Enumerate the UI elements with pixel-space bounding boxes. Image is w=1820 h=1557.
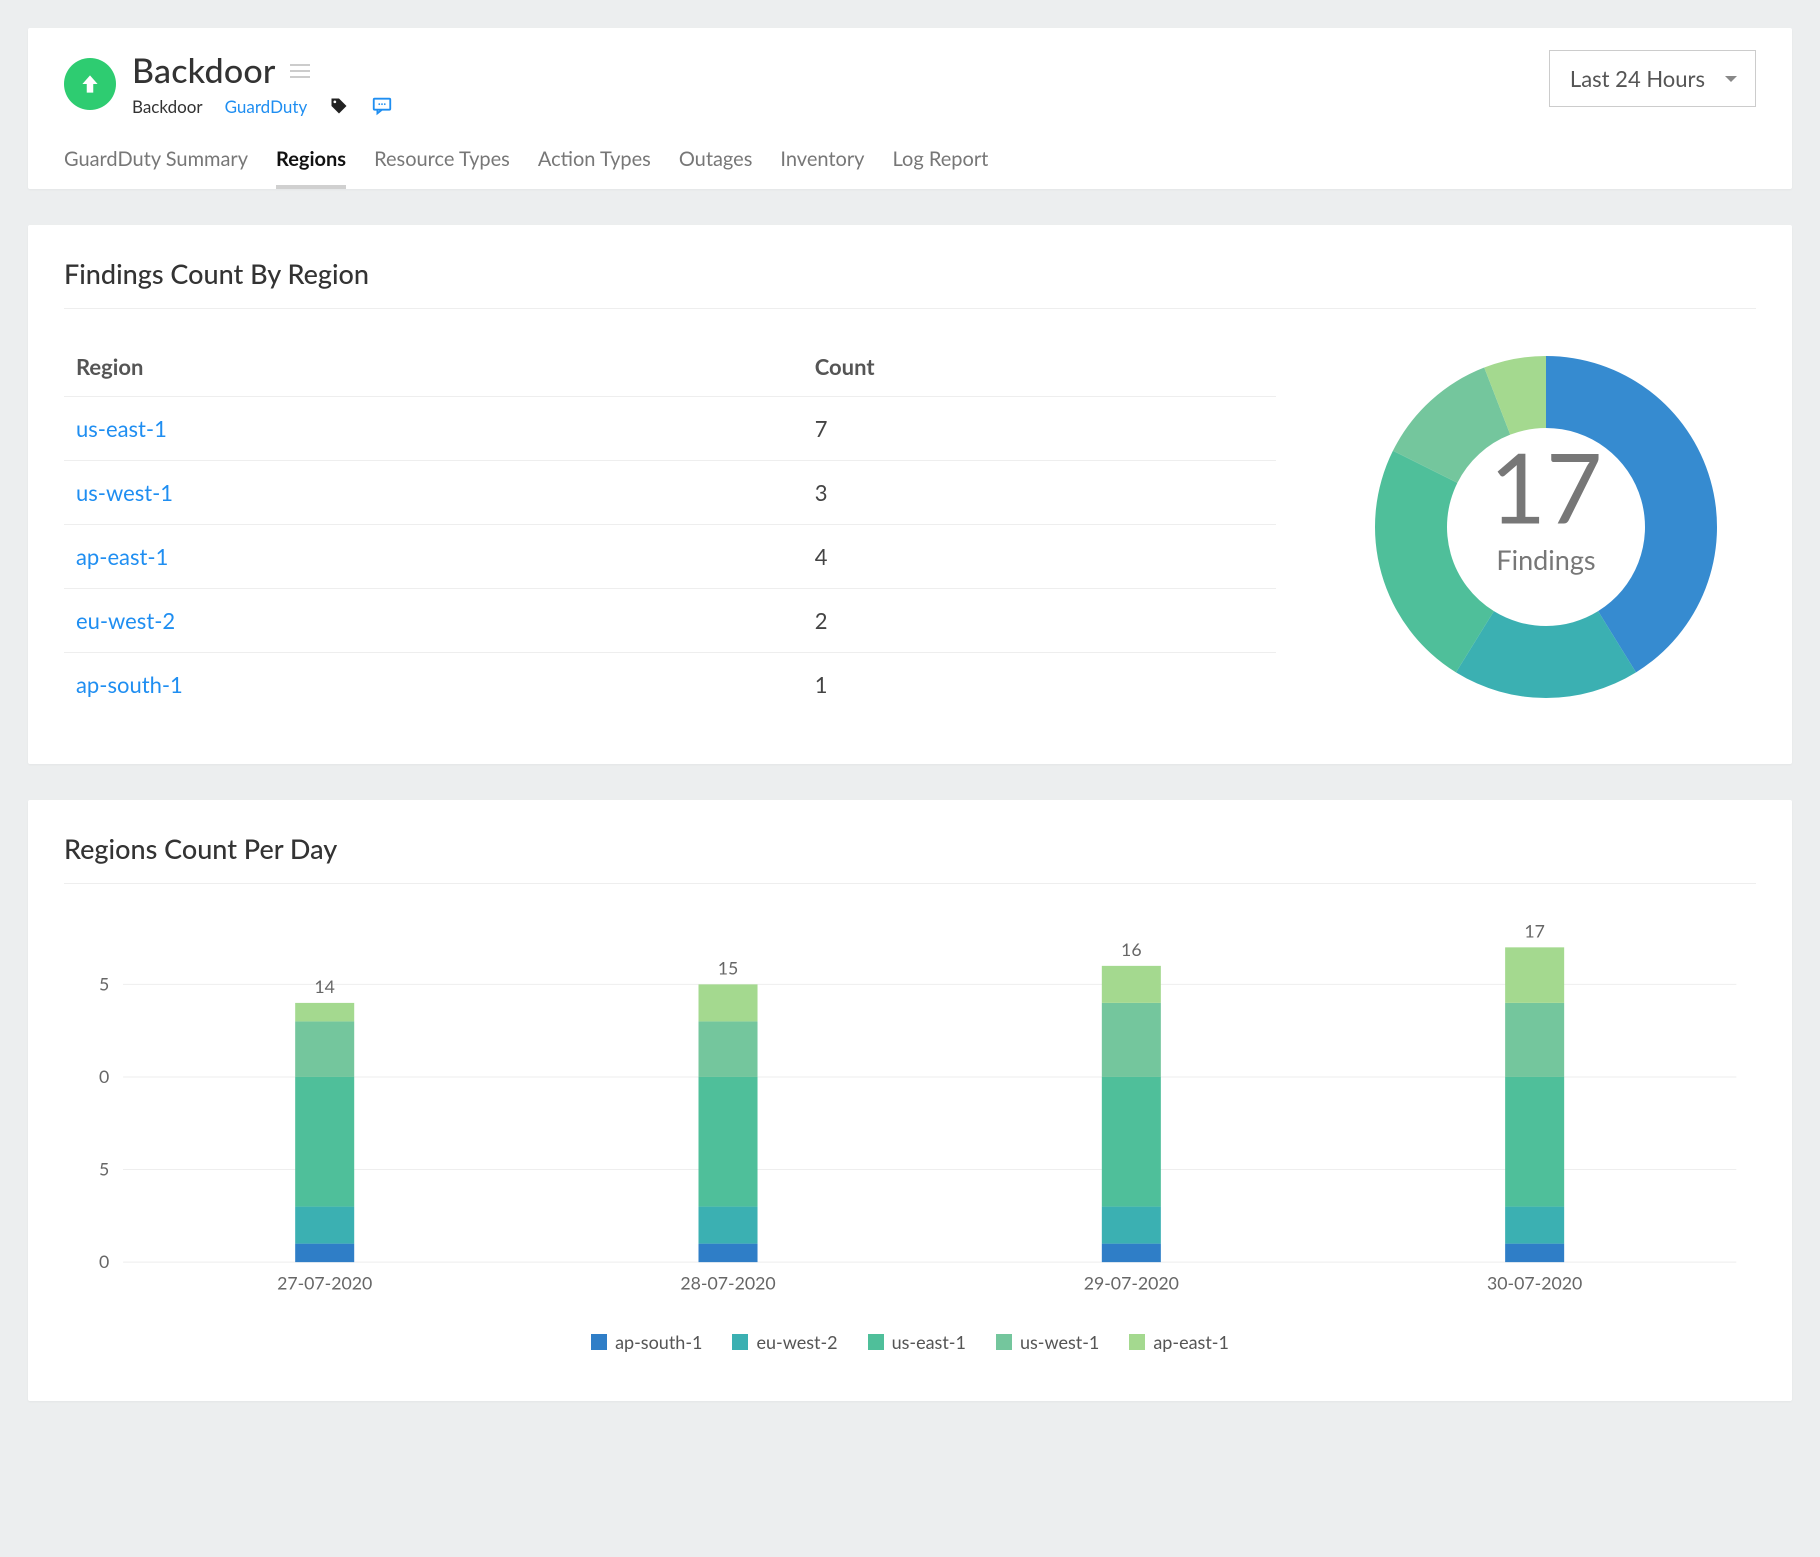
table-row: us-east-1 7 — [64, 397, 1276, 461]
donut-label: Findings — [1496, 543, 1595, 576]
comment-icon[interactable] — [371, 95, 393, 117]
findings-by-region-card: Findings Count By Region Region Count us… — [28, 225, 1792, 764]
col-count: Count — [803, 337, 1276, 397]
bar-total: 16 — [1121, 939, 1142, 960]
y-tick: 0 — [99, 1251, 109, 1272]
time-range-select[interactable]: Last 24 Hours — [1549, 50, 1756, 107]
page-title: Backdoor — [132, 50, 276, 91]
region-link[interactable]: eu-west-2 — [76, 607, 175, 634]
bar-segment[interactable] — [295, 1244, 354, 1263]
table-row: ap-south-1 1 — [64, 653, 1276, 717]
bar-segment[interactable] — [295, 1077, 354, 1207]
bar-segment[interactable] — [699, 1244, 758, 1263]
region-link[interactable]: us-east-1 — [76, 415, 167, 442]
region-count: 7 — [803, 397, 1276, 461]
x-tick: 29-07-2020 — [1084, 1273, 1179, 1294]
region-count: 3 — [803, 461, 1276, 525]
x-tick: 28-07-2020 — [680, 1273, 775, 1294]
bar-segment[interactable] — [295, 1003, 354, 1022]
legend-item[interactable]: ap-east-1 — [1129, 1331, 1229, 1353]
header-card: Backdoor Backdoor GuardDuty — [28, 28, 1792, 189]
legend-item[interactable]: eu-west-2 — [732, 1331, 837, 1353]
region-link[interactable]: us-west-1 — [76, 479, 173, 506]
donut-total: 17 — [1490, 427, 1603, 544]
y-tick: 5 — [99, 973, 109, 994]
region-count: 1 — [803, 653, 1276, 717]
tab-outages[interactable]: Outages — [679, 147, 753, 189]
bar-segment[interactable] — [1102, 1003, 1161, 1077]
bar-segment[interactable] — [1505, 1207, 1564, 1244]
x-tick: 27-07-2020 — [277, 1273, 372, 1294]
y-tick: 5 — [99, 1158, 109, 1179]
table-row: us-west-1 3 — [64, 461, 1276, 525]
tag-icon[interactable] — [329, 96, 349, 116]
table-row: eu-west-2 2 — [64, 589, 1276, 653]
bar-total: 14 — [314, 976, 335, 997]
menu-icon[interactable] — [290, 62, 310, 80]
legend-item[interactable]: us-west-1 — [996, 1331, 1099, 1353]
legend-item[interactable]: us-east-1 — [868, 1331, 966, 1353]
breadcrumb-root: Backdoor — [132, 96, 203, 117]
panel-title: Findings Count By Region — [64, 257, 1756, 309]
donut-slice[interactable] — [1375, 450, 1494, 672]
bar-segment[interactable] — [295, 1207, 354, 1244]
breadcrumb-link[interactable]: GuardDuty — [225, 96, 308, 117]
region-link[interactable]: ap-south-1 — [76, 671, 183, 698]
panel-title: Regions Count Per Day — [64, 832, 1756, 884]
bar-segment[interactable] — [1102, 1244, 1161, 1263]
region-count: 2 — [803, 589, 1276, 653]
findings-donut: 17Findings — [1336, 337, 1756, 716]
tab-summary[interactable]: GuardDuty Summary — [64, 147, 248, 189]
region-count: 4 — [803, 525, 1276, 589]
bar-segment[interactable] — [699, 1077, 758, 1207]
tab-logreport[interactable]: Log Report — [892, 147, 988, 189]
bar-segment[interactable] — [1505, 1244, 1564, 1263]
region-link[interactable]: ap-east-1 — [76, 543, 168, 570]
bar-segment[interactable] — [699, 1207, 758, 1244]
tab-inventory[interactable]: Inventory — [780, 147, 864, 189]
bar-segment[interactable] — [295, 1021, 354, 1077]
region-table: Region Count us-east-17us-west-13ap-east… — [64, 337, 1276, 716]
status-up-icon — [64, 58, 116, 110]
bar-segment[interactable] — [1102, 1207, 1161, 1244]
tab-acttypes[interactable]: Action Types — [538, 147, 651, 189]
bar-segment[interactable] — [699, 984, 758, 1021]
tab-regions[interactable]: Regions — [276, 147, 346, 189]
legend-item[interactable]: ap-south-1 — [591, 1331, 702, 1353]
bar-segment[interactable] — [1505, 1003, 1564, 1077]
stacked-bar-chart: 0 5 0 5 14 27-07-2020 15 28-07-2020 16 29-07-2020… — [64, 908, 1756, 1353]
regions-per-day-card: Regions Count Per Day 0 5 0 5 14 27-07-2020 15… — [28, 800, 1792, 1401]
bar-segment[interactable] — [699, 1021, 758, 1077]
time-range-label: Last 24 Hours — [1570, 65, 1705, 92]
bar-segment[interactable] — [1505, 947, 1564, 1003]
bar-segment[interactable] — [1102, 1077, 1161, 1207]
bar-total: 17 — [1524, 921, 1545, 942]
breadcrumb: Backdoor GuardDuty — [132, 95, 1756, 117]
bar-segment[interactable] — [1505, 1077, 1564, 1207]
tabs: GuardDuty Summary Regions Resource Types Ac… — [64, 147, 1756, 189]
bar-segment[interactable] — [1102, 966, 1161, 1003]
bar-total: 15 — [718, 958, 739, 979]
x-tick: 30-07-2020 — [1487, 1273, 1582, 1294]
tab-restypes[interactable]: Resource Types — [374, 147, 510, 189]
table-row: ap-east-1 4 — [64, 525, 1276, 589]
col-region: Region — [64, 337, 803, 397]
y-tick: 0 — [99, 1066, 109, 1087]
